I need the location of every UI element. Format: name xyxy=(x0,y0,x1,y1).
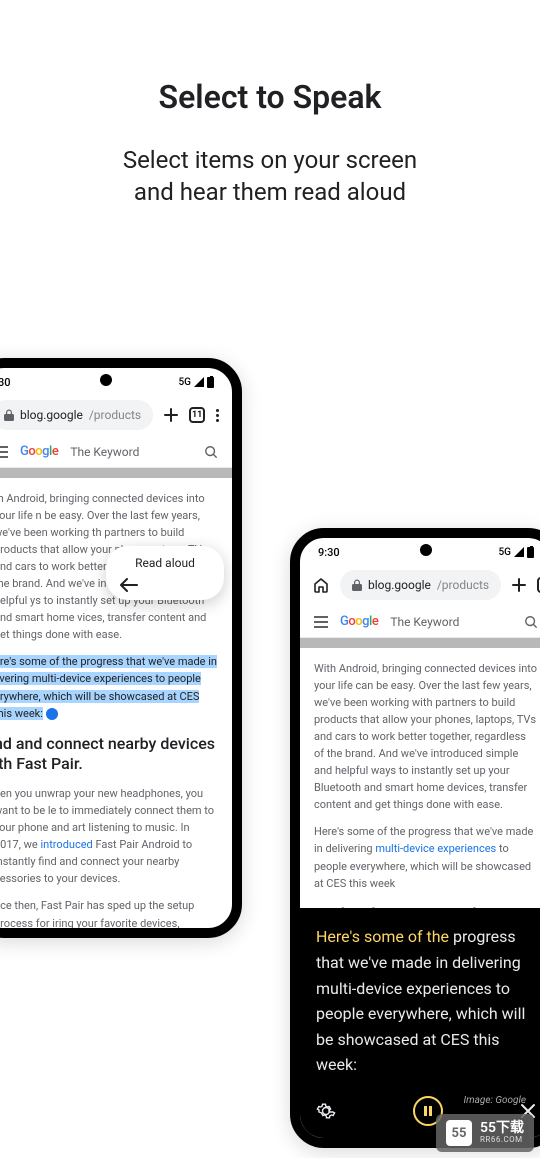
status-time: 30 xyxy=(0,376,11,389)
home-button[interactable] xyxy=(312,572,330,598)
tabs-button[interactable]: 11 xyxy=(189,402,205,428)
network-label: 5G xyxy=(179,377,192,388)
read-aloud-popover[interactable]: Read aloud xyxy=(106,546,224,600)
google-logo: Google xyxy=(20,444,58,459)
status-time: 9:30 xyxy=(318,546,340,559)
battery-icon xyxy=(527,547,534,558)
address-bar[interactable]: blog.google/products xyxy=(340,570,501,600)
site-title: The Keyword xyxy=(390,615,512,629)
caption-highlight: Here's some of the xyxy=(316,927,449,946)
hero-image-strip xyxy=(300,638,540,648)
highlighted-selection[interactable]: ere's some of the progress that we've ma… xyxy=(0,653,218,721)
selection-handle-icon[interactable] xyxy=(46,708,58,720)
site-title: The Keyword xyxy=(70,445,192,459)
phone-mockup-right: 9:30 5G blog.google/products 11 Google T… xyxy=(290,528,540,1148)
page-title: Select to Speak xyxy=(0,78,540,116)
menu-button[interactable] xyxy=(215,402,220,428)
network-label: 5G xyxy=(499,547,512,558)
new-tab-button[interactable] xyxy=(163,402,179,428)
site-header: Google The Keyword xyxy=(0,436,232,468)
url-host: blog.google xyxy=(368,578,431,592)
lock-icon xyxy=(4,409,14,421)
subtitle-line1: Select items on your screen xyxy=(0,144,540,176)
menu-icon[interactable] xyxy=(314,616,328,628)
google-logo: Google xyxy=(340,614,378,629)
menu-icon[interactable] xyxy=(0,446,8,458)
signal-icon xyxy=(514,547,524,557)
section-heading: nd and connect nearby devices ith Fast P… xyxy=(0,734,218,776)
popover-title: Read aloud xyxy=(120,552,210,574)
new-tab-button[interactable] xyxy=(511,572,527,598)
settings-button[interactable] xyxy=(316,1101,336,1121)
page-subtitle: Select items on your screen and hear the… xyxy=(0,144,540,209)
inline-link[interactable]: multi-device experiences xyxy=(375,842,496,855)
caption-text: Here's some of the progress that we've m… xyxy=(316,924,536,1078)
watermark-badge: 55 xyxy=(446,1120,472,1146)
subtitle-line2: and hear them read aloud xyxy=(0,176,540,208)
browser-toolbar: blog.google/products 11 xyxy=(300,564,540,606)
camera-notch xyxy=(420,544,432,556)
url-host: blog.google xyxy=(20,408,83,422)
address-bar[interactable]: blog.google/products xyxy=(0,400,153,430)
paragraph: Here's some of the progress that we've m… xyxy=(314,823,538,891)
inline-link[interactable]: introduced xyxy=(40,838,92,851)
paragraph: With Android, bringing connected devices… xyxy=(314,660,538,813)
search-icon[interactable] xyxy=(204,445,218,459)
battery-icon xyxy=(207,377,214,388)
camera-notch xyxy=(100,374,112,386)
lock-icon xyxy=(352,579,362,591)
url-path: /products xyxy=(437,578,489,592)
paragraph: hen you unwrap your new headphones, you … xyxy=(0,785,218,887)
phone-mockup-left: 30 5G blog.google/products 11 Google The… xyxy=(0,358,242,938)
watermark-url: RR66.COM xyxy=(480,1136,524,1145)
watermark-title: 55下载 xyxy=(480,1121,524,1136)
status-bar: 30 5G xyxy=(0,368,232,394)
browser-toolbar: blog.google/products 11 xyxy=(0,394,232,436)
site-header: Google The Keyword xyxy=(300,606,540,638)
image-credit: Image: Google xyxy=(464,1095,527,1106)
tab-count: 11 xyxy=(189,407,205,423)
back-button[interactable] xyxy=(120,574,210,594)
more-vert-icon xyxy=(216,409,219,422)
search-icon[interactable] xyxy=(524,615,538,629)
watermark: 55 55下载 RR66.COM xyxy=(436,1114,534,1152)
paragraph: nce then, Fast Pair has sped up the setu… xyxy=(0,897,218,938)
signal-icon xyxy=(194,377,204,387)
hero-image-strip xyxy=(0,468,232,478)
url-path: /products xyxy=(89,408,141,422)
